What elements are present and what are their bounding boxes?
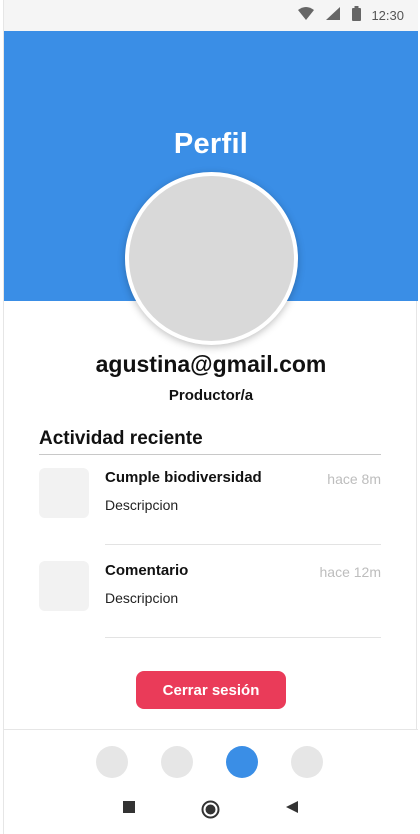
activity-thumbnail — [39, 561, 89, 611]
battery-icon — [352, 5, 362, 26]
status-time: 12:30 — [371, 8, 404, 23]
list-divider — [105, 544, 381, 545]
bottom-nav — [4, 729, 418, 834]
activity-thumbnail — [39, 468, 89, 518]
phone-screen: 12:30 Perfil agustina@gmail.com Producto… — [3, 0, 418, 834]
activity-description: Descripcion — [105, 590, 179, 606]
nav-tab-2[interactable] — [161, 746, 193, 778]
section-divider — [39, 454, 381, 455]
back-icon[interactable] — [285, 800, 299, 819]
activity-title: Cumple biodiversidad — [105, 469, 262, 486]
activity-time: hace 12m — [319, 564, 381, 580]
list-item[interactable]: Cumple biodiversidad Descripcion hace 8m — [39, 468, 381, 558]
wifi-icon — [298, 6, 315, 25]
logout-button[interactable]: Cerrar sesión — [136, 671, 286, 709]
activity-section-title: Actividad reciente — [39, 428, 203, 449]
list-divider — [105, 637, 381, 638]
list-item[interactable]: Comentario Descripcion hace 12m — [39, 561, 381, 651]
profile-email: agustina@gmail.com — [95, 351, 327, 377]
nav-tab-1[interactable] — [96, 746, 128, 778]
activity-title: Comentario — [105, 562, 189, 579]
activity-description: Descripcion — [105, 497, 179, 513]
activity-time: hace 8m — [327, 471, 381, 487]
nav-tab-3[interactable] — [226, 746, 258, 778]
avatar[interactable] — [125, 172, 298, 345]
signal-icon — [326, 6, 341, 25]
page-title: Perfil — [173, 128, 249, 160]
status-bar: 12:30 — [4, 0, 418, 31]
recents-icon[interactable] — [122, 800, 136, 819]
profile-role: Productor/a — [168, 387, 254, 404]
nav-tab-4[interactable] — [291, 746, 323, 778]
home-icon[interactable] — [201, 800, 220, 824]
